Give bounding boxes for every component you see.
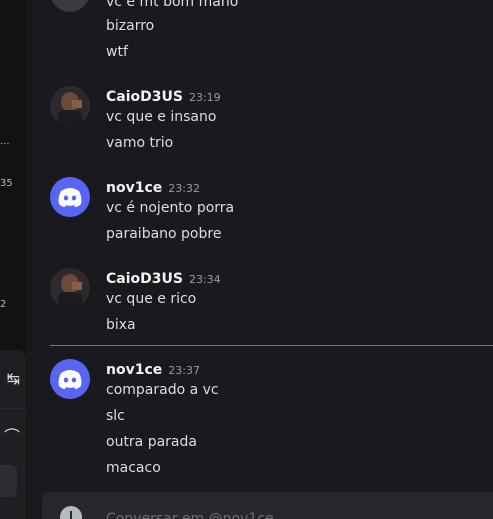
message-text: outra parada [106,434,197,450]
message-input-placeholder[interactable]: Conversar em @nov1ce [106,510,274,519]
timestamp: 23:34 [188,273,221,286]
gutter [26,0,34,519]
disconnect-icon[interactable]: ↹ [7,370,20,388]
message-text: bixa [106,317,136,333]
message-header: CaioD3US 23:34 [106,268,221,288]
message-text: bizarro [106,18,155,34]
add-attachment-icon[interactable] [60,506,82,519]
avatar[interactable] [50,177,90,217]
username[interactable]: nov1ce [106,362,162,378]
message-composer[interactable]: Conversar em @nov1ce [42,492,493,519]
sidebar-fragment-count: 35 [0,178,13,189]
message-text: slc [106,408,125,424]
message-text: wtf [106,44,128,60]
timestamp: 23:19 [188,91,221,104]
message-text: comparado a vc [106,382,219,398]
username[interactable]: CaioD3US [106,271,183,287]
message-text: vc que e insano [106,109,217,125]
avatar[interactable] [50,86,90,126]
message-header: nov1ce 23:32 [106,177,200,197]
message-text: vamo trio [106,135,174,151]
username[interactable]: nov1ce [106,180,162,196]
message-header: CaioD3US 23:19 [106,86,221,106]
sidebar-divider [0,408,26,409]
avatar-photo-icon [51,0,89,12]
discord-logo-icon [58,370,82,389]
message-text: vc e mt bom mano [106,0,239,10]
timestamp: 23:32 [168,182,200,195]
avatar[interactable] [50,268,90,308]
avatar[interactable] [50,0,90,12]
avatar-photo-icon [50,268,90,308]
sidebar-fragment-number: 2 [0,299,7,310]
chat-area: vc e mt bom mano bizarro wtf CaioD3US 23:… [34,0,493,519]
username[interactable]: CaioD3US [106,89,183,105]
message-header: nov1ce 23:37 [106,359,200,379]
sidebar-fragment-ellipsis: ... [0,136,10,147]
app-window: ... 35 2 ↹ ⌒ vc e mt bom mano bizarro wt… [0,0,493,519]
sidebar-input[interactable] [0,465,17,497]
phone-icon[interactable]: ⌒ [4,428,20,446]
message-text: vc é nojento porra [106,200,235,216]
avatar[interactable] [50,359,90,399]
new-messages-divider [50,345,493,346]
message-text: macaco [106,460,161,476]
message-text: vc que e rico [106,291,197,307]
message-text: paraibano pobre [106,226,222,242]
timestamp: 23:37 [168,364,200,377]
sidebar: ... 35 2 ↹ ⌒ [0,0,26,519]
discord-logo-icon [58,188,82,207]
avatar-photo-icon [50,86,90,126]
